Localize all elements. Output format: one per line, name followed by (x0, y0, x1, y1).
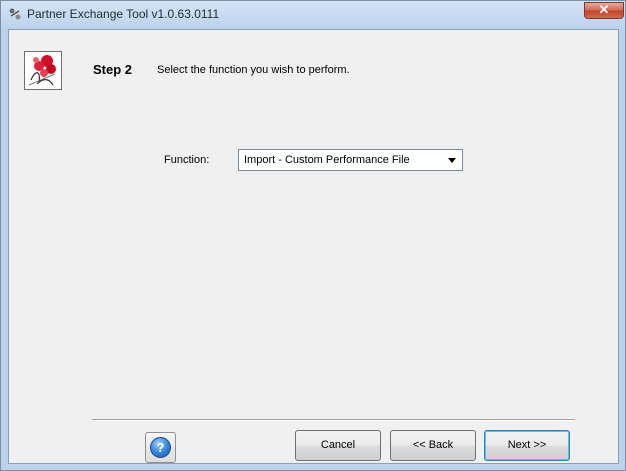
company-logo (24, 51, 62, 90)
back-button[interactable]: << Back (390, 430, 476, 461)
function-selected-value: Import - Custom Performance File (244, 154, 410, 166)
help-button[interactable]: ? (145, 432, 176, 463)
step-title: Step 2 (93, 62, 133, 77)
function-label: Function: (164, 154, 210, 166)
wizard-content: Step 2 Select the function you wish to p… (8, 29, 619, 464)
title-bar[interactable]: Partner Exchange Tool v1.0.63.0111 ✕ (1, 1, 625, 28)
function-dropdown[interactable]: Import - Custom Performance File (238, 149, 463, 171)
close-button[interactable]: ✕ (584, 2, 624, 19)
close-icon: ✕ (598, 2, 610, 17)
chevron-down-icon (448, 158, 456, 163)
app-icon (8, 7, 22, 21)
step-description: Select the function you wish to perform. (157, 64, 350, 76)
wizard-window: Partner Exchange Tool v1.0.63.0111 ✕ Ste… (0, 0, 626, 471)
help-icon: ? (150, 437, 171, 458)
window-title: Partner Exchange Tool v1.0.63.0111 (27, 7, 220, 21)
wizard-header: Step 2 Select the function you wish to p… (9, 30, 618, 98)
cancel-button[interactable]: Cancel (295, 430, 381, 461)
footer-divider (92, 419, 575, 421)
next-button[interactable]: Next >> (484, 430, 570, 461)
